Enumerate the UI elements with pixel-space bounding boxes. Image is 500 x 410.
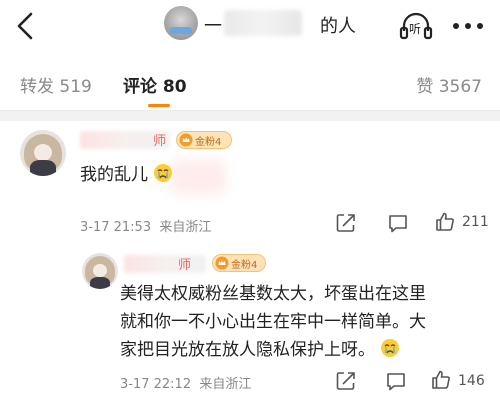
- like-icon[interactable]: [434, 211, 456, 233]
- like-icon[interactable]: [430, 369, 452, 391]
- section-divider: [0, 110, 500, 121]
- fans-badge[interactable]: 金粉4: [212, 254, 266, 272]
- listen-label: 听: [409, 22, 422, 36]
- fans-badge-label: 金粉4: [231, 260, 258, 271]
- back-arrow-icon[interactable]: [12, 10, 40, 42]
- tab-comment[interactable]: 评论 80: [123, 72, 187, 97]
- reply-icon[interactable]: [385, 370, 407, 392]
- reply-meta: 3-17 22:12 来自浙江: [120, 373, 251, 392]
- comment-meta: 3-17 21:53 来自浙江: [80, 216, 211, 235]
- more-dots-icon[interactable]: [448, 12, 488, 40]
- comment-location: 来自浙江: [159, 220, 212, 235]
- title-suffix: 的人: [320, 16, 356, 37]
- crying-face-icon: [381, 339, 400, 357]
- content-redaction: [170, 160, 226, 194]
- like-count: 146: [458, 373, 485, 389]
- replier-avatar[interactable]: [82, 253, 118, 289]
- share-icon[interactable]: [335, 370, 357, 392]
- listen-button[interactable]: 听: [398, 9, 434, 43]
- comment-body: 我的乱儿: [80, 165, 148, 185]
- comment-time: 3-17 21:53: [80, 220, 152, 235]
- reply-line: 就和你一不小心出生在牢中一样简单。大: [120, 312, 426, 332]
- reply-time: 3-17 22:12: [120, 377, 192, 392]
- title-redaction: [224, 10, 302, 36]
- tab-like[interactable]: 赞 3567: [416, 72, 482, 97]
- crying-face-icon: [154, 164, 173, 182]
- share-icon[interactable]: [335, 212, 357, 234]
- reply-line-last: 家把目光放在放人隐私保护上呀。: [120, 336, 490, 364]
- replier-name-redaction: [124, 255, 206, 273]
- reply-text: 美得太权威粉丝基数太大，坏蛋出在这里 就和你一不小心出生在牢中一样简单。大 家把…: [120, 280, 490, 364]
- like-count: 211: [462, 214, 489, 230]
- crown-badge-icon: [179, 133, 193, 147]
- comment-text: 我的乱儿: [80, 160, 173, 185]
- reply-line-text: 家把目光放在放人隐私保护上呀。: [120, 340, 375, 360]
- active-tab-indicator: [148, 104, 170, 107]
- reply-line: 美得太权威粉丝基数太大，坏蛋出在这里: [120, 284, 426, 304]
- commenter-name[interactable]: 师: [153, 130, 166, 149]
- fans-badge-label: 金粉4: [195, 137, 222, 148]
- reply-location: 来自浙江: [199, 377, 252, 392]
- tab-repost[interactable]: 转发 519: [20, 72, 92, 97]
- author-avatar[interactable]: [164, 6, 198, 40]
- crown-badge-icon: [215, 256, 229, 270]
- tab-bar: 转发 519 评论 80 赞 3567: [0, 60, 500, 110]
- fans-badge[interactable]: 金粉4: [176, 131, 232, 149]
- replier-name[interactable]: 师: [178, 254, 191, 273]
- title-prefix: 一: [204, 16, 222, 37]
- top-bar: 一 的人 听: [0, 0, 500, 52]
- reply-icon[interactable]: [387, 212, 409, 234]
- commenter-avatar[interactable]: [20, 130, 66, 176]
